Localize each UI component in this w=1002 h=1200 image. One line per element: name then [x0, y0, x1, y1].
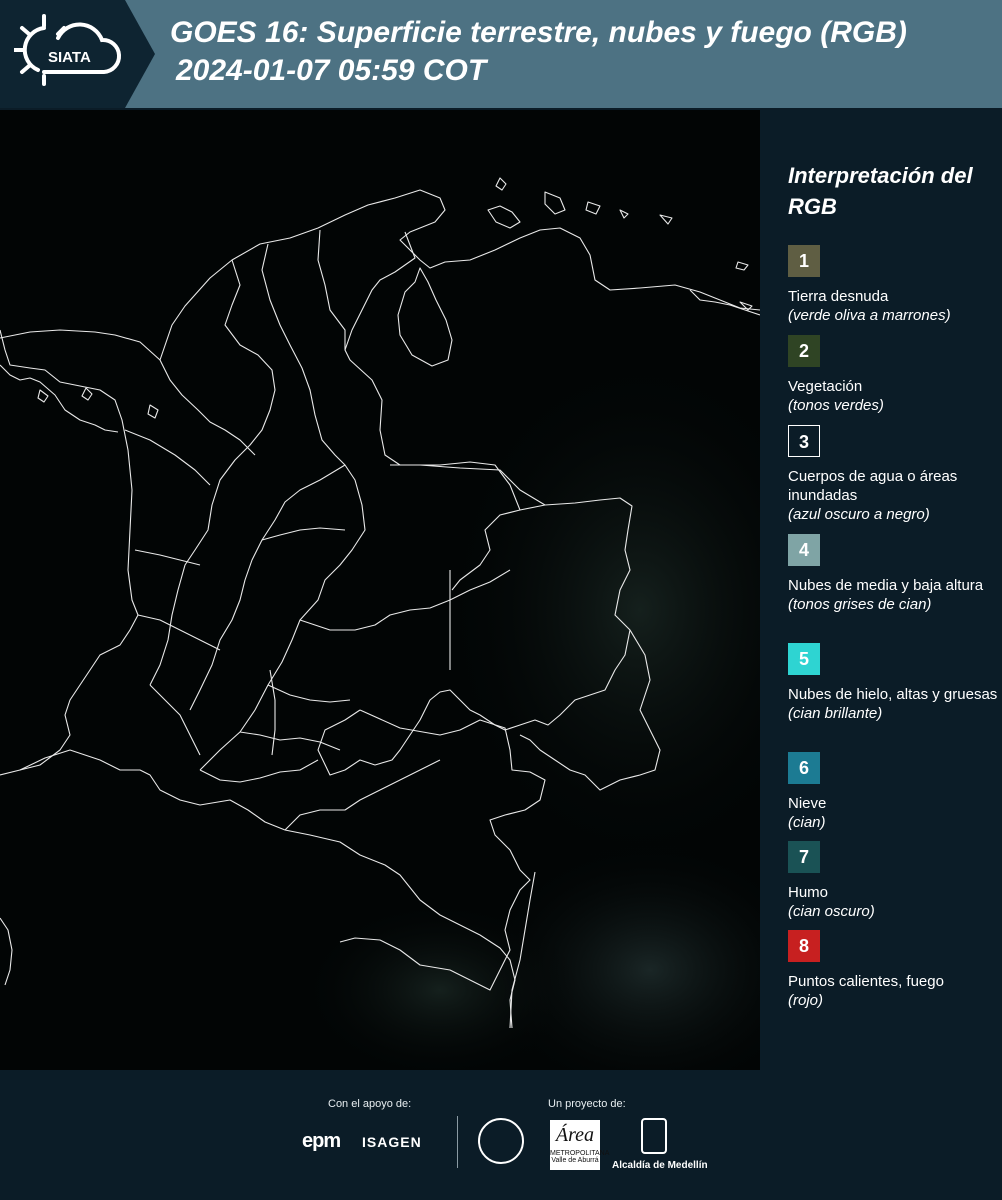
island-2: [81, 387, 93, 401]
swatch-7: 7: [788, 841, 820, 873]
legend-item-name: Cuerpos de agua o áreas inundadas: [788, 468, 958, 504]
legend-item-desc: (cian oscuro): [788, 903, 875, 920]
footer: Con el apoyo de: Un proyecto de: epm ISA…: [0, 1070, 1002, 1200]
legend-item-bare-ground: 1 Tierra desnuda (verde oliva a marrones…: [788, 245, 998, 325]
svg-text:SIATA: SIATA: [48, 49, 91, 66]
area-logo-sub: METROPOLITANA Valle de Aburrá: [550, 1150, 610, 1164]
title-line-1: GOES 16: Superficie terrestre, nubes y f…: [170, 16, 907, 49]
siata-logo-icon: SIATA: [14, 14, 121, 86]
island-3: [495, 177, 507, 191]
department-line-10: [267, 684, 351, 703]
medellin-seal-icon: [478, 1118, 524, 1164]
department-line-14: [261, 527, 346, 541]
isagen-logo: ISAGEN: [362, 1134, 422, 1150]
legend-item-water: 3 Cuerpos de agua o áreas inundadas (azu…: [788, 425, 998, 524]
legend-item-name: Tierra desnuda: [788, 288, 889, 305]
rgb-legend: Interpretación del RGB 1 Tierra desnuda …: [760, 110, 1002, 1070]
legend-item-desc: (tonos verdes): [788, 397, 884, 414]
title-timestamp: 2024-01-07 05:59 COT: [176, 54, 487, 87]
swatch-2: 2: [788, 335, 820, 367]
ecuador-coast-south: [0, 917, 13, 986]
island-11: [147, 404, 159, 419]
legend-item-low-clouds: 4 Nubes de media y baja altura (tonos gr…: [788, 534, 998, 614]
legend-item-desc: (tonos grises de cian): [788, 596, 932, 613]
panama-coast: [0, 364, 119, 433]
lake-maracaibo: [397, 267, 453, 367]
department-line-13: [284, 759, 441, 831]
department-line-6: [124, 429, 211, 486]
satellite-map: [0, 110, 760, 1070]
legend-item-name: Vegetación: [788, 378, 863, 395]
department-line-5: [159, 359, 256, 456]
legend-item-name: Humo: [788, 884, 829, 901]
map-canvas: [0, 177, 760, 1070]
pacific-coastline: [0, 329, 139, 776]
legend-item-desc: (azul oscuro a negro): [788, 506, 930, 523]
island-1: [37, 389, 49, 403]
department-line-8: [137, 614, 221, 651]
legend-item-desc: (rojo): [788, 992, 824, 1009]
island-4: [544, 191, 566, 215]
swatch-5: 5: [788, 643, 820, 675]
area-metropolitana-logo: Área METROPOLITANA Valle de Aburrá: [550, 1120, 610, 1170]
legend-item-desc: (cian): [788, 814, 826, 831]
department-line-3: [317, 229, 346, 350]
department-line-15: [239, 731, 341, 751]
department-line-11: [199, 759, 319, 783]
island-10: [487, 205, 521, 229]
legend-item-name: Nieve: [788, 795, 827, 812]
island-6: [619, 209, 629, 219]
legend-item-desc: (cian brillante): [788, 705, 883, 722]
page-title: GOES 16: Superficie terrestre, nubes y f…: [170, 14, 907, 90]
area-logo-text: Área: [555, 1124, 595, 1146]
header-bar: SIATA GOES 16: Superficie terrestre, nub…: [0, 0, 1002, 108]
siata-logo: SIATA: [0, 0, 155, 108]
legend-title: Interpretación del RGB: [788, 163, 973, 219]
legend-item-vegetation: 2 Vegetación (tonos verdes): [788, 335, 998, 415]
island-5: [585, 201, 601, 215]
legend-item-name: Puntos calientes, fuego: [788, 973, 944, 990]
island-7: [659, 214, 673, 225]
terrain-texture: [440, 350, 760, 870]
legend-item-snow: 6 Nieve (cian): [788, 752, 998, 832]
legend-item-smoke: 7 Humo (cian oscuro): [788, 841, 998, 921]
department-line-12: [269, 669, 276, 756]
legend-item-name: Nubes de hielo, altas y gruesas: [788, 686, 998, 703]
legend-item-desc: (verde oliva a marrones): [788, 307, 951, 324]
swatch-4: 4: [788, 534, 820, 566]
department-line-1: [149, 259, 276, 686]
swatch-1: 1: [788, 245, 820, 277]
footer-divider: [457, 1116, 458, 1168]
legend-item-name: Nubes de media y baja altura: [788, 577, 984, 594]
department-line-16: [149, 684, 201, 756]
epm-logo: epm: [302, 1130, 341, 1152]
caribbean-coastline: [0, 189, 760, 361]
legend-item-fire: 8 Puntos calientes, fuego (rojo): [788, 930, 998, 1010]
legend-item-ice-clouds: 5 Nubes de hielo, altas y gruesas (cian …: [788, 643, 998, 723]
swatch-3: 3: [788, 425, 820, 457]
project-label: Un proyecto de:: [548, 1098, 626, 1110]
swatch-8: 8: [788, 930, 820, 962]
support-label: Con el apoyo de:: [328, 1098, 412, 1110]
alcaldia-shield-icon: [641, 1118, 667, 1154]
swatch-6: 6: [788, 752, 820, 784]
island-8: [735, 261, 749, 271]
alcaldia-logo-text: Alcaldía de Medellín: [612, 1160, 708, 1171]
